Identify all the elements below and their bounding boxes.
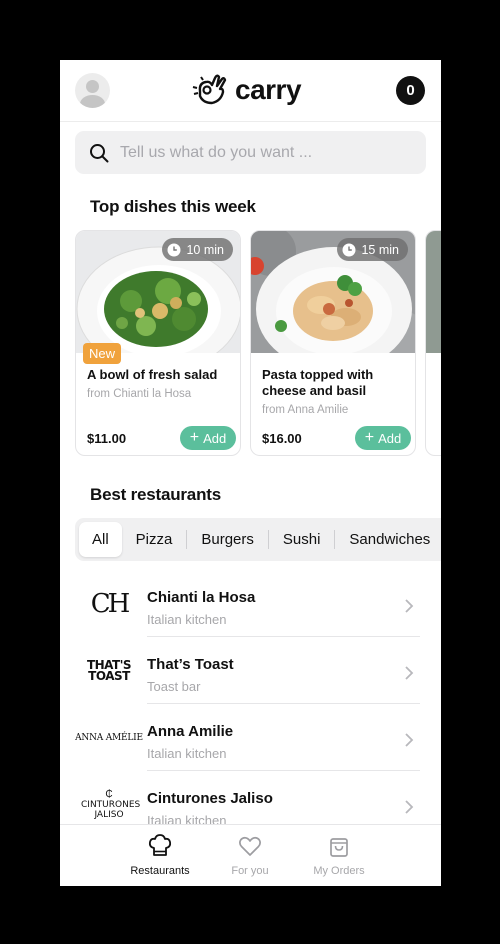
nav-for-you[interactable]: For you: [210, 833, 290, 877]
dish-price: $16.00: [262, 431, 302, 446]
chevron-right-icon: [405, 599, 414, 613]
dish-name: A bowl of fresh salad: [87, 367, 218, 382]
dish-name: Pasta topped with cheese and basil: [262, 367, 374, 398]
dish-price: $11.00: [87, 431, 127, 446]
plus-icon: +: [364, 429, 375, 446]
plus-icon: +: [189, 429, 200, 446]
dish-card[interactable]: 15 min Pasta topped with cheese and basi…: [250, 230, 416, 456]
restaurant-list[interactable]: CH Chianti la Hosa Italian kitchen THAT'…: [60, 570, 441, 824]
ok-hand-logo-icon: [192, 74, 227, 105]
cart-count-badge[interactable]: 0: [396, 76, 425, 105]
restaurant-type: Italian kitchen: [147, 813, 227, 824]
nav-label: Restaurants: [130, 865, 190, 877]
logo-wordmark: carry: [235, 74, 302, 105]
shopping-bag-icon: [330, 838, 348, 857]
restaurant-name: Cinturones Jaliso: [147, 790, 273, 807]
nav-restaurants[interactable]: Restaurants: [120, 833, 200, 877]
clock-icon: [167, 243, 181, 256]
chevron-right-icon: [405, 733, 414, 747]
restaurant-type: Italian kitchen: [147, 612, 227, 627]
tab-burgers[interactable]: Burgers: [186, 530, 268, 549]
chevron-right-icon: [405, 800, 414, 814]
chevron-right-icon: [405, 666, 414, 680]
add-button-label: Add: [378, 430, 402, 446]
tab-pizza[interactable]: Pizza: [122, 530, 187, 549]
crest-glyph-icon: ₵: [105, 789, 113, 800]
prep-time-text: 10 min: [186, 242, 224, 257]
heart-icon: [239, 836, 261, 856]
app-header: carry 0: [60, 60, 441, 122]
best-restaurants-title: Best restaurants: [90, 485, 221, 504]
search-input[interactable]: [120, 143, 410, 162]
restaurant-type: Toast bar: [147, 679, 201, 694]
restaurant-name: Anna Amilie: [147, 723, 234, 740]
nav-label: For you: [231, 865, 269, 877]
restaurant-row[interactable]: ANNA AMÉLIE Anna Amilie Italian kitchen: [60, 704, 441, 771]
nav-my-orders[interactable]: My Orders: [299, 833, 379, 877]
restaurant-row[interactable]: CH Chianti la Hosa Italian kitchen: [60, 570, 441, 637]
restaurant-name: Chianti la Hosa: [147, 589, 256, 606]
tab-sushi[interactable]: Sushi: [267, 530, 335, 549]
restaurant-name: That’s Toast: [147, 656, 234, 673]
restaurant-logo: CH: [90, 589, 131, 619]
dish-restaurant: from Chianti la Hosa: [87, 388, 192, 400]
clock-icon: [342, 243, 356, 256]
tab-all[interactable]: All: [79, 522, 122, 557]
app-screen: carry 0 Top dishes this week: [60, 60, 441, 886]
search-bar[interactable]: [75, 131, 426, 174]
dish-restaurant: from Anna Amilie: [262, 404, 349, 416]
tab-sandwiches[interactable]: Sandwiches: [334, 530, 441, 549]
chef-hat-icon: [148, 834, 172, 856]
restaurant-logo: ANNA AMÉLIE: [75, 733, 143, 743]
app-logo: carry: [190, 69, 302, 111]
prep-time-pill: 15 min: [337, 238, 408, 261]
prep-time-text: 15 min: [361, 242, 399, 257]
category-tabs[interactable]: All Pizza Burgers Sushi Sandwiches: [75, 518, 441, 561]
dish-card[interactable]: 10 min New A bowl of fresh salad from Ch…: [75, 230, 241, 456]
dish-image: [426, 231, 441, 353]
dishes-carousel[interactable]: 10 min New A bowl of fresh salad from Ch…: [75, 230, 441, 456]
nav-label: My Orders: [313, 865, 365, 877]
restaurant-row[interactable]: THAT'S TOAST That’s Toast Toast bar: [60, 637, 441, 704]
add-button-label: Add: [203, 430, 227, 446]
search-icon: [90, 143, 109, 162]
restaurant-type: Italian kitchen: [147, 746, 227, 761]
top-dishes-title: Top dishes this week: [90, 197, 256, 216]
dish-card-partial[interactable]: [425, 230, 441, 456]
restaurant-row[interactable]: ₵ CINTURONES JALISO Cinturones Jaliso It…: [60, 771, 441, 824]
prep-time-pill: 10 min: [162, 238, 233, 261]
restaurant-logo: THAT'S TOAST: [86, 658, 132, 683]
new-badge: New: [83, 343, 122, 364]
bottom-navigation: Restaurants For you My Orders: [60, 824, 441, 886]
avatar[interactable]: [75, 73, 110, 108]
add-to-cart-button[interactable]: + Add: [180, 426, 236, 450]
restaurant-logo: ₵ CINTURONES JALISO: [81, 789, 141, 821]
add-to-cart-button[interactable]: + Add: [355, 426, 411, 450]
